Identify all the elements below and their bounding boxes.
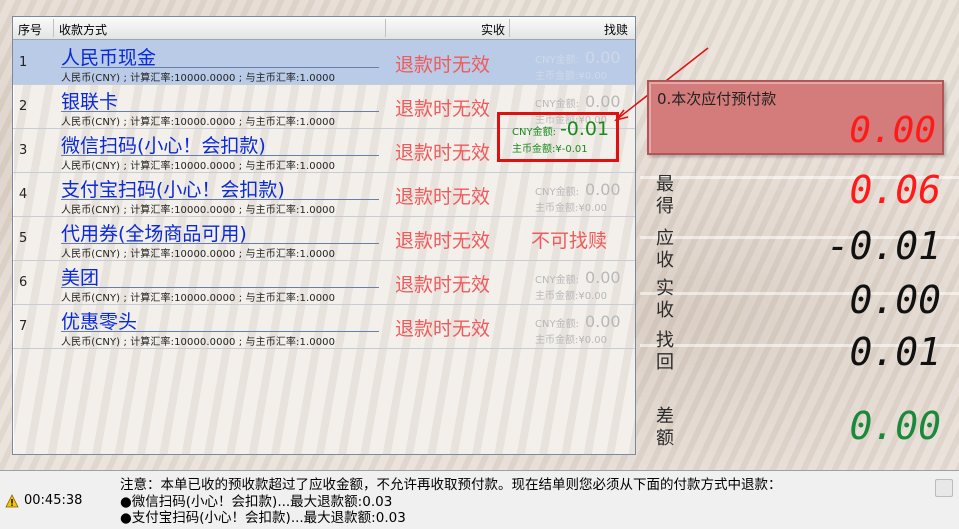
stat-label-receivable: 应收 <box>656 228 674 271</box>
stat-value-best: 0.06 <box>849 168 941 212</box>
row-received: 退款时无效 <box>395 230 491 252</box>
header-index: 序号 <box>18 23 43 37</box>
row-method-name: 优惠零头 <box>61 311 138 333</box>
row-method-name: 代用券(全场商品可用) <box>61 223 247 245</box>
prepay-value: 0.00 <box>849 110 936 151</box>
table-row[interactable]: 1 人民币现金 人民币(CNY) ; 计算汇率:10000.0000 ; 与主币… <box>13 40 635 85</box>
row-index: 7 <box>19 319 28 334</box>
row-method-detail: 人民币(CNY) ; 计算汇率:10000.0000 ; 与主币汇率:1.000… <box>61 111 379 128</box>
payment-grid: 序号 收款方式 实收 找赎 1 人民币现金 人民币(CNY) ; 计算汇率:10… <box>12 16 636 455</box>
row-no-change: 不可找赎 <box>531 230 608 252</box>
row-method-name: 微信扫码(小心！会扣款) <box>61 135 266 157</box>
grid-header: 序号 收款方式 实收 找赎 <box>13 17 635 40</box>
status-tool-icon[interactable] <box>935 479 953 497</box>
status-line: ●微信扫码(小心！会扣款)...最大退款额:0.03 <box>120 493 393 510</box>
status-time: 00:45:38 <box>24 493 83 508</box>
stat-label-received: 实收 <box>656 278 674 321</box>
row-index: 3 <box>19 143 28 158</box>
stat-value-received: 0.00 <box>849 278 941 322</box>
table-row[interactable]: 4 支付宝扫码(小心！会扣款) 人民币(CNY) ; 计算汇率:10000.00… <box>13 172 635 217</box>
row-method-name: 支付宝扫码(小心！会扣款) <box>61 179 285 201</box>
row-index: 4 <box>19 187 28 202</box>
row-received: 退款时无效 <box>395 274 491 296</box>
row-method-detail: 人民币(CNY) ; 计算汇率:10000.0000 ; 与主币汇率:1.000… <box>61 67 379 84</box>
stat-label-difference: 差额 <box>656 406 674 449</box>
row-method-detail: 人民币(CNY) ; 计算汇率:10000.0000 ; 与主币汇率:1.000… <box>61 331 379 348</box>
row-cny-amount: CNY金额: 0.00 <box>535 180 621 199</box>
table-row[interactable]: 7 优惠零头 人民币(CNY) ; 计算汇率:10000.0000 ; 与主币汇… <box>13 304 635 349</box>
status-line: 注意：本单已收的预收款超过了应收金额，不允许再收取预付款。现在结单则您必须从下面… <box>120 477 782 493</box>
stat-label-change: 找回 <box>656 330 674 373</box>
row-index: 2 <box>19 99 28 114</box>
status-message: 注意：本单已收的预收款超过了应收金额，不允许再收取预付款。现在结单则您必须从下面… <box>120 477 782 527</box>
header-method: 收款方式 <box>59 23 108 37</box>
row-method-detail: 人民币(CNY) ; 计算汇率:10000.0000 ; 与主币汇率:1.000… <box>61 243 379 260</box>
row-cny-amount: CNY金额: 0.00 <box>535 92 621 111</box>
row-method-name: 人民币现金 <box>61 47 157 69</box>
highlight-cny-amount: CNY金额: -0.01 <box>512 118 610 140</box>
stat-value-difference: 0.00 <box>849 404 941 448</box>
row-main-amount: 主币金额:¥0.00 <box>535 203 608 214</box>
row-received: 退款时无效 <box>395 186 491 208</box>
status-line: ●支付宝扫码(小心！会扣款)...最大退款额:0.03 <box>120 510 406 526</box>
row-index: 6 <box>19 275 28 290</box>
stat-value-receivable: -0.01 <box>826 224 941 268</box>
row-index: 5 <box>19 231 28 246</box>
table-row[interactable]: 5 代用券(全场商品可用) 人民币(CNY) ; 计算汇率:10000.0000… <box>13 216 635 261</box>
row-cny-amount: CNY金额: 0.00 <box>535 48 621 67</box>
highlight-main-amount: 主币金额:¥-0.01 <box>512 144 588 155</box>
warning-icon <box>5 494 19 508</box>
row-cny-amount: CNY金额: 0.00 <box>535 268 621 287</box>
header-received: 实收 <box>481 23 506 37</box>
header-change: 找赎 <box>604 23 629 37</box>
status-bar: 00:45:38 注意：本单已收的预收款超过了应收金额，不允许再收取预付款。现在… <box>0 470 959 529</box>
row-method-detail: 人民币(CNY) ; 计算汇率:10000.0000 ; 与主币汇率:1.000… <box>61 155 379 172</box>
table-row[interactable]: 6 美团 人民币(CNY) ; 计算汇率:10000.0000 ; 与主币汇率:… <box>13 260 635 305</box>
row-method-detail: 人民币(CNY) ; 计算汇率:10000.0000 ; 与主币汇率:1.000… <box>61 199 379 216</box>
row-received: 退款时无效 <box>395 142 491 164</box>
row-received: 退款时无效 <box>395 318 491 340</box>
row-main-amount: 主币金额:¥0.00 <box>535 335 608 346</box>
row-received: 退款时无效 <box>395 98 491 120</box>
row-method-detail: 人民币(CNY) ; 计算汇率:10000.0000 ; 与主币汇率:1.000… <box>61 287 379 304</box>
stat-value-change: 0.01 <box>849 330 941 374</box>
prepay-card[interactable]: 0.本次应付预付款 0.00 <box>647 80 944 155</box>
stat-label-best: 最得 <box>656 174 674 217</box>
row-cny-amount: CNY金额: 0.00 <box>535 312 621 331</box>
row-main-amount: 主币金额:¥0.00 <box>535 71 608 82</box>
row-method-name: 银联卡 <box>61 91 119 113</box>
row-index: 1 <box>19 55 28 70</box>
prepay-label: 0.本次应付预付款 <box>657 90 777 108</box>
row-method-name: 美团 <box>61 267 100 289</box>
row-main-amount: 主币金额:¥0.00 <box>535 291 608 302</box>
row-received: 退款时无效 <box>395 54 491 76</box>
